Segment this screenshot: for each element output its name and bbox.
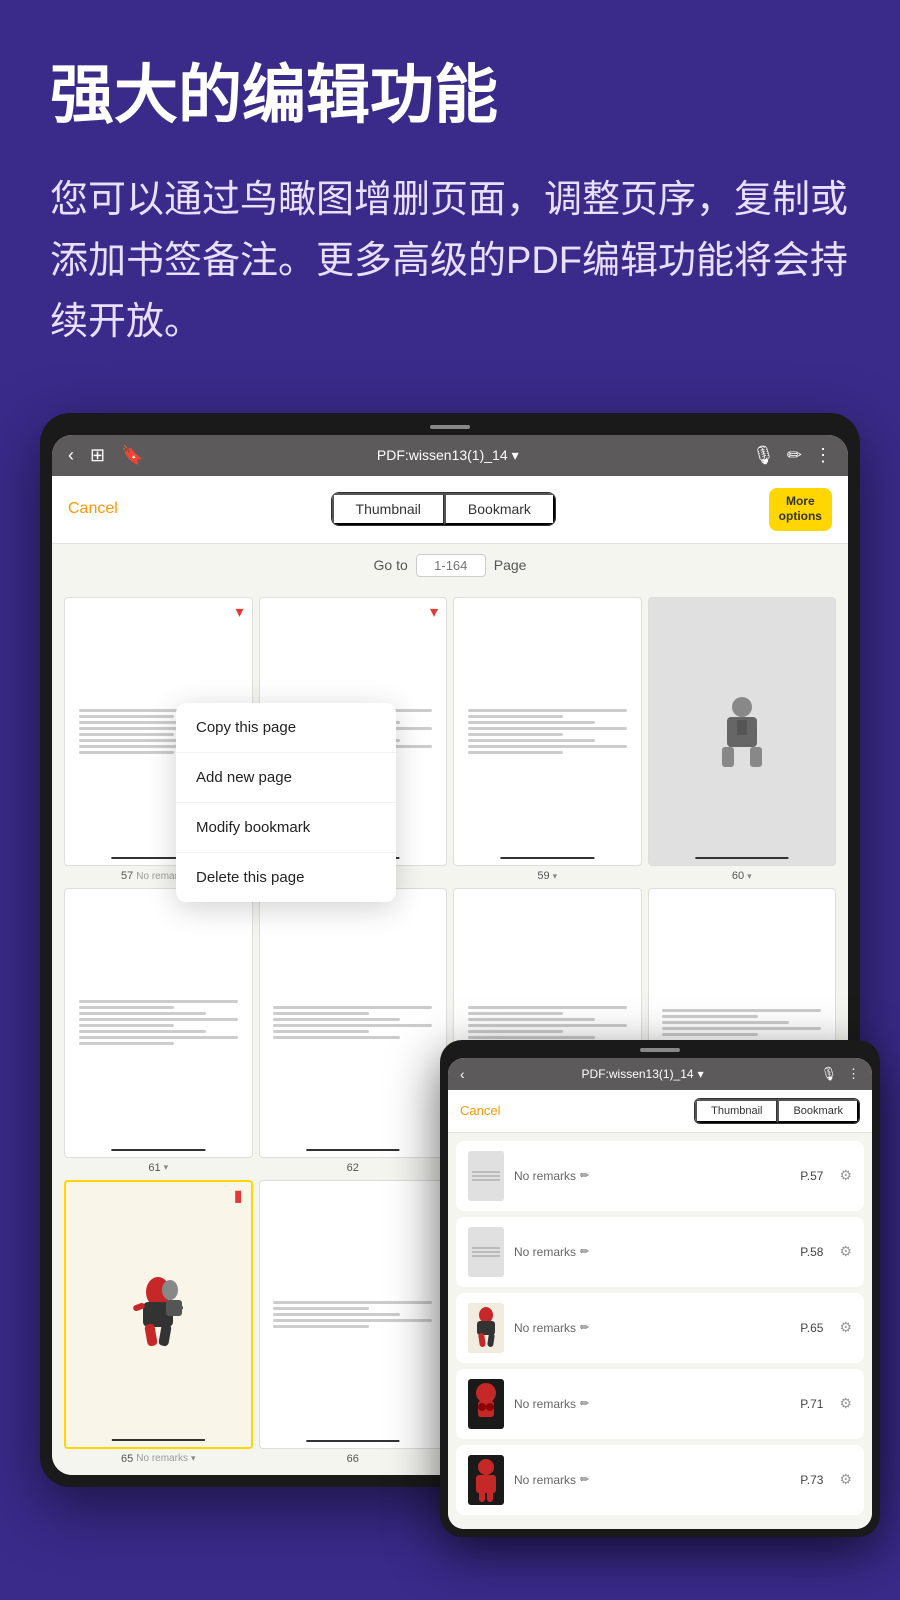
thumb-card-62[interactable] [259,888,448,1157]
sec-drag-handle [640,1048,680,1052]
bm-info-65: No remarks ✏ [514,1321,790,1335]
bookmark-icon[interactable]: 🔖 [121,445,143,466]
thumb-item-66: 66 [259,1180,448,1465]
bm-thumb-71 [468,1379,504,1429]
bookmark-item-58[interactable]: No remarks ✏ P.58 ⚙ [456,1217,864,1287]
hero-description: 您可以通过鸟瞰图增删页面，调整页序，复制或添加书签备注。更多高级的PDF编辑功能… [50,170,850,352]
thumb-label-66: 66 [347,1453,359,1465]
art-figure-60 [712,692,772,772]
bm-info-57: No remarks ✏ [514,1169,790,1183]
sec-more-icon[interactable]: ⋮ [847,1066,860,1082]
bm-info-58: No remarks ✏ [514,1245,790,1259]
bm-page-65: P.65 [800,1321,823,1335]
menu-item-add[interactable]: Add new page [176,753,396,803]
bm-settings-57[interactable]: ⚙ [839,1167,852,1184]
bookmark-item-71[interactable]: No remarks ✏ P.71 ⚙ [456,1369,864,1439]
secondary-tablet: ‹ PDF:wissen13(1)_14 ▾ 🎙 ⋮ Cancel Thumbn… [440,1040,880,1537]
tab-group: Thumbnail Bookmark [331,492,556,526]
thumb-card-61[interactable] [64,888,253,1157]
sec-tab-bookmark[interactable]: Bookmark [777,1099,859,1123]
bm-page-57: P.57 [800,1169,823,1183]
bookmark-item-65[interactable]: No remarks ✏ P.65 ⚙ [456,1293,864,1363]
thumb-label-65: 65 No remarks ▾ [121,1453,195,1465]
menu-item-bookmark[interactable]: Modify bookmark [176,803,396,853]
thumb-label-59: 59 ▾ [537,870,557,882]
tab-bookmark[interactable]: Bookmark [444,493,555,525]
bm-thumb-57 [468,1151,504,1201]
bm-page-71: P.71 [800,1397,823,1411]
bookmark-icon-65: ▮ [234,1186,243,1206]
secondary-toolbar: ‹ PDF:wissen13(1)_14 ▾ 🎙 ⋮ [448,1058,872,1090]
thumb-card-65[interactable]: ▮ [64,1180,253,1449]
cancel-button[interactable]: Cancel [68,500,118,518]
bm-settings-71[interactable]: ⚙ [839,1395,852,1412]
bm-thumb-65 [468,1303,504,1353]
bm-page-58: P.58 [800,1245,823,1259]
thumb-card-66[interactable] [259,1180,448,1449]
bookmark-icon-57: ▾ [235,602,243,622]
thumb-label-61: 61 ▾ [148,1162,168,1174]
drag-handle [430,425,470,429]
bm-thumb-73 [468,1455,504,1505]
panel-header: Cancel Thumbnail Bookmark More options [52,476,848,544]
thumb-item-60: 60 ▾ [648,597,837,882]
secondary-panel-header: Cancel Thumbnail Bookmark [448,1090,872,1133]
toolbar-right: 🎙 ✏ ⋮ [752,445,832,466]
bm-info-71: No remarks ✏ [514,1397,790,1411]
menu-item-copy[interactable]: Copy this page [176,703,396,753]
bm-settings-65[interactable]: ⚙ [839,1319,852,1336]
bm-page-73: P.73 [800,1473,823,1487]
bookmark-item-73[interactable]: No remarks ✏ P.73 ⚙ [456,1445,864,1515]
hero-title: 强大的编辑功能 [50,60,850,130]
thumb-item-62: 62 [259,888,448,1173]
toolbar-title: PDF:wissen13(1)_14 ▾ [377,447,519,464]
bookmark-item-57[interactable]: No remarks ✏ P.57 ⚙ [456,1141,864,1211]
sec-tab-thumbnail[interactable]: Thumbnail [695,1099,777,1123]
bookmark-list: No remarks ✏ P.57 ⚙ No remarks ✏ P.58 ⚙ [448,1133,872,1529]
goto-row: Go to Page [52,544,848,587]
hero-section: 强大的编辑功能 您可以通过鸟瞰图增删页面，调整页序，复制或添加书签备注。更多高级… [0,0,900,393]
bm-settings-73[interactable]: ⚙ [839,1471,852,1488]
page-suffix: Page [494,557,527,573]
grid-icon[interactable]: ⊞ [90,445,105,466]
tab-thumbnail[interactable]: Thumbnail [332,493,444,525]
thumb-item-65: ▮ [64,1180,253,1465]
thumb-item-61: 61 ▾ [64,888,253,1173]
context-menu: Copy this page Add new page Modify bookm… [176,703,396,902]
device-area: ‹ ⊞ 🔖 PDF:wissen13(1)_14 ▾ 🎙 ✏ ⋮ Cancel [0,393,900,1527]
thumb-label-60: 60 ▾ [732,870,752,882]
menu-item-delete[interactable]: Delete this page [176,853,396,902]
bm-thumb-58 [468,1227,504,1277]
sec-back-icon[interactable]: ‹ [460,1066,465,1082]
sec-cancel-button[interactable]: Cancel [460,1103,500,1118]
back-icon[interactable]: ‹ [68,445,74,466]
art-figure-65 [128,1272,188,1357]
page-input[interactable] [416,554,486,577]
pen-icon[interactable]: ✏ [787,445,802,466]
thumb-item-59: 59 ▾ [453,597,642,882]
sec-mic-icon[interactable]: 🎙 [820,1066,837,1082]
thumb-label-62: 62 [347,1162,359,1174]
thumb-card-59[interactable] [453,597,642,866]
mic-icon[interactable]: 🎙 [752,445,775,466]
toolbar: ‹ ⊞ 🔖 PDF:wissen13(1)_14 ▾ 🎙 ✏ ⋮ [52,435,848,476]
bm-info-73: No remarks ✏ [514,1473,790,1487]
secondary-screen: ‹ PDF:wissen13(1)_14 ▾ 🎙 ⋮ Cancel Thumbn… [448,1058,872,1529]
toolbar-left: ‹ ⊞ 🔖 [68,445,144,466]
goto-label: Go to [374,557,408,573]
more-icon[interactable]: ⋮ [814,445,832,466]
more-options-button[interactable]: More options [769,488,832,531]
bm-settings-58[interactable]: ⚙ [839,1243,852,1260]
bookmark-icon-58: ▾ [430,602,438,622]
thumb-card-60[interactable] [648,597,837,866]
secondary-tab-group: Thumbnail Bookmark [694,1098,860,1124]
secondary-toolbar-title: PDF:wissen13(1)_14 ▾ [582,1067,704,1081]
